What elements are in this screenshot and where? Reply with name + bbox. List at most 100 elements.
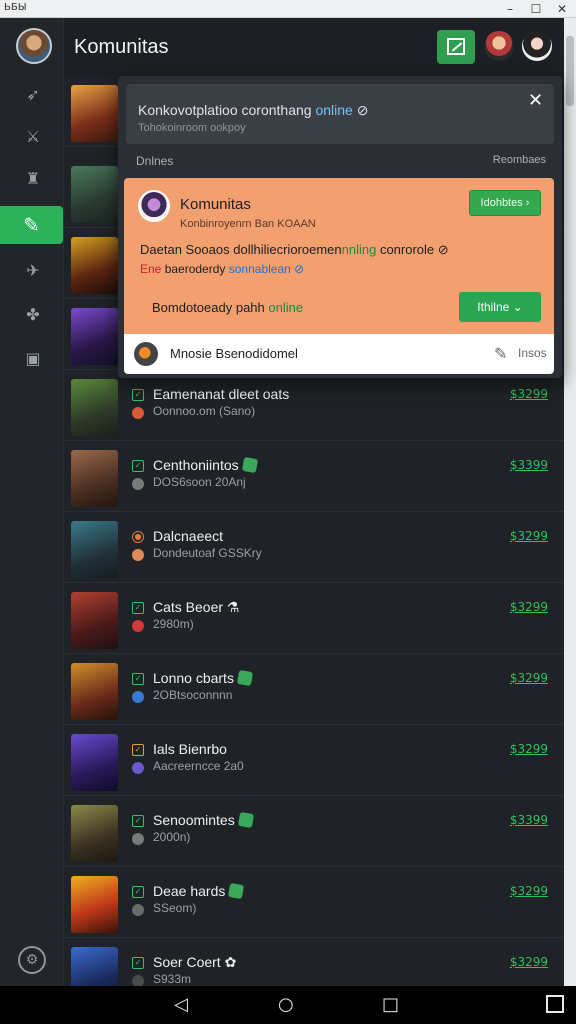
- maximize-button[interactable]: ☐: [524, 0, 548, 18]
- message-input[interactable]: Mnosie Bsenodidomel: [170, 346, 298, 361]
- list-item[interactable]: ✓ Centhoniintos DOS6soon 20Anj $3399: [64, 441, 564, 512]
- game-thumbnail: [71, 521, 118, 578]
- list-item[interactable]: ● Dalcnaeect Dondeutoaf GSSKry $3299: [64, 512, 564, 583]
- gift-icon: [237, 811, 254, 829]
- screenshot-icon[interactable]: [546, 995, 564, 1013]
- scrollbar[interactable]: [564, 18, 576, 986]
- card-subtitle: Konbinroyenrn Ban KOAAN: [180, 218, 316, 230]
- game-price[interactable]: $3299: [510, 387, 548, 401]
- window-title: ЬБЫ: [4, 2, 27, 13]
- game-meta: Dondeutoaf GSSKry: [153, 546, 262, 560]
- genre-icon: [132, 549, 144, 561]
- platform-icon: ✓: [132, 957, 144, 969]
- genre-icon: [132, 904, 144, 916]
- section-action[interactable]: Reombaes: [493, 154, 546, 166]
- game-price[interactable]: $3399: [510, 458, 548, 472]
- gift-icon: [241, 456, 258, 474]
- list-item[interactable]: ✓ Ials Bienrbo Aacreerncce 2a0 $3299: [64, 725, 564, 796]
- game-price[interactable]: $3299: [510, 955, 548, 969]
- game-thumbnail: [71, 85, 118, 142]
- game-title: Cats Beoer ⚗: [153, 599, 240, 615]
- platform-icon: ✓: [132, 389, 144, 401]
- system-navbar: ◁ ○ □: [0, 986, 576, 1024]
- game-title: Lonno cbarts: [153, 669, 254, 687]
- sword-icon[interactable]: ⚔: [20, 124, 46, 150]
- card-message: Daetan Sooaos dollhiliecrioroemennnling …: [140, 242, 449, 257]
- platform-icon: ✓: [132, 602, 144, 614]
- game-title: Centhoniintos: [153, 456, 258, 474]
- game-meta: Oonnoo.om (Sano): [153, 404, 256, 418]
- game-price[interactable]: $3299: [510, 742, 548, 756]
- game-thumbnail: [71, 734, 118, 791]
- game-thumbnail: [71, 592, 118, 649]
- chat-icon[interactable]: ▣: [20, 346, 46, 372]
- genre-icon: [132, 407, 144, 419]
- friend-avatar[interactable]: [484, 31, 514, 61]
- gift-icon: [228, 882, 245, 900]
- sender-avatar: [134, 342, 158, 366]
- game-title: Soer Coert ✿: [153, 954, 237, 970]
- message-input-bar[interactable]: Mnosie Bsenodidomel ✎ Insos: [124, 334, 554, 374]
- game-meta: S933m: [153, 972, 192, 986]
- notification-banner[interactable]: Konkovotplatioo coronthang online ⊘ Toho…: [126, 84, 554, 144]
- settings-icon[interactable]: ⚙: [18, 946, 46, 974]
- banner-subtext: Tohokoinroom ookpoy: [138, 122, 246, 134]
- rocket-icon[interactable]: ✈: [20, 258, 46, 284]
- scrollbar-thumb[interactable]: [566, 36, 574, 106]
- game-title: Dalcnaeect: [153, 528, 224, 544]
- game-title: Ials Bienrbo: [153, 741, 227, 757]
- list-item[interactable]: ✓ Eamenanat dleet oats Oonnoo.om (Sano) …: [64, 370, 564, 441]
- puzzle-icon[interactable]: ✤: [20, 302, 46, 328]
- feather-icon[interactable]: ✎: [0, 206, 63, 244]
- list-item[interactable]: ✓ Senoomintes 2000n) $3399: [64, 796, 564, 867]
- game-title: Eamenanat dleet oats: [153, 386, 290, 402]
- game-meta: DOS6soon 20Anj: [153, 475, 246, 489]
- game-thumbnail: [71, 450, 118, 507]
- game-meta: 2OBtsoconnnn: [153, 688, 233, 702]
- attach-icon[interactable]: ✎: [494, 344, 507, 363]
- game-title: Senoomintes: [153, 811, 254, 829]
- compass-icon[interactable]: ➶: [20, 82, 46, 108]
- game-price[interactable]: $3299: [510, 884, 548, 898]
- game-thumbnail: [71, 237, 118, 294]
- status-dropdown-button[interactable]: Ithilne ⌄: [459, 292, 541, 322]
- avatar[interactable]: [16, 28, 52, 64]
- banner-message: Konkovotplatioo coronthang online ⊘: [138, 102, 369, 118]
- close-window-button[interactable]: ✕: [550, 0, 574, 18]
- recent-apps-icon[interactable]: □: [382, 994, 399, 1015]
- app-header: Komunitas: [64, 18, 576, 76]
- game-price[interactable]: $3299: [510, 600, 548, 614]
- notification-panel: Konkovotplatioo coronthang online ⊘ Toho…: [118, 76, 562, 378]
- genre-icon: [132, 620, 144, 632]
- platform-icon: ✓: [132, 673, 144, 685]
- send-button[interactable]: Insos: [518, 346, 547, 360]
- platform-icon: ✓: [132, 815, 144, 827]
- close-icon[interactable]: ✕: [528, 90, 543, 111]
- game-price[interactable]: $3299: [510, 529, 548, 543]
- compose-button[interactable]: [437, 30, 475, 64]
- platform-icon: ●: [132, 531, 144, 543]
- platform-icon: ✓: [132, 460, 144, 472]
- card-action-button[interactable]: Idohbtes ›: [469, 190, 541, 216]
- game-thumbnail: [71, 805, 118, 862]
- back-icon[interactable]: ◁: [174, 994, 188, 1015]
- game-thumbnail: [71, 663, 118, 720]
- card-title: Komunitas: [180, 196, 251, 213]
- list-item[interactable]: ✓ Cats Beoer ⚗ 2980m) $3299: [64, 583, 564, 654]
- home-icon[interactable]: ○: [278, 994, 294, 1015]
- minimize-button[interactable]: –: [498, 0, 522, 18]
- list-item[interactable]: ✓ Deae hards SSeom) $3299: [64, 867, 564, 938]
- genre-icon: [132, 691, 144, 703]
- list-item[interactable]: ✓ Soer Coert ✿ S933m $3299: [64, 938, 564, 986]
- game-price[interactable]: $3399: [510, 813, 548, 827]
- game-thumbnail: [71, 876, 118, 933]
- platform-icon: ✓: [132, 744, 144, 756]
- list-item[interactable]: ✓ Lonno cbarts 2OBtsoconnnn $3299: [64, 654, 564, 725]
- community-card: Komunitas Konbinroyenrn Ban KOAAN Idohbt…: [124, 178, 554, 334]
- user-avatar[interactable]: [522, 31, 552, 61]
- castle-icon[interactable]: ♜: [20, 166, 46, 192]
- gift-icon: [236, 669, 254, 687]
- page-title: Komunitas: [74, 36, 169, 58]
- game-price[interactable]: $3299: [510, 671, 548, 685]
- genre-icon: [132, 833, 144, 845]
